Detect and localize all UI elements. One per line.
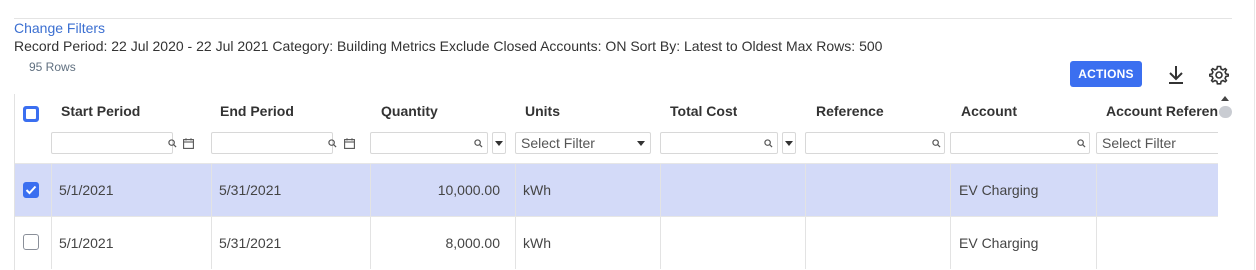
cell-account: EV Charging	[959, 235, 1039, 251]
top-divider	[14, 18, 1232, 19]
column-divider	[805, 217, 806, 269]
column-divider	[515, 217, 516, 269]
table-row[interactable]: 5/1/2021 5/31/2021 8,000.00 kWh EV Charg…	[15, 217, 1218, 269]
quantity-filter-input[interactable]	[370, 132, 488, 154]
search-icon	[932, 139, 941, 148]
select-all-checkbox[interactable]	[23, 106, 39, 122]
end-period-filter-input[interactable]	[211, 132, 337, 154]
change-filters-link[interactable]: Change Filters	[14, 20, 105, 36]
row-checkbox[interactable]	[23, 182, 39, 198]
column-divider	[51, 164, 52, 216]
calendar-icon[interactable]	[344, 138, 355, 149]
column-divider	[660, 217, 661, 269]
column-header-start-period[interactable]: Start Period	[61, 94, 140, 128]
cell-end-period: 5/31/2021	[219, 182, 282, 198]
column-divider	[1096, 164, 1097, 216]
cell-account: EV Charging	[959, 182, 1039, 198]
filter-summary: Record Period: 22 Jul 2020 - 22 Jul 2021…	[14, 38, 883, 54]
calendar-icon[interactable]	[183, 138, 194, 149]
download-button[interactable]	[1161, 60, 1191, 90]
cell-end-period: 5/31/2021	[219, 235, 282, 251]
units-filter-select[interactable]: Select Filter	[515, 132, 651, 154]
column-divider	[1096, 217, 1097, 269]
column-divider	[660, 164, 661, 216]
column-divider	[51, 217, 52, 269]
start-period-filter-input[interactable]	[51, 132, 177, 154]
scroll-up-arrow-icon[interactable]	[1221, 96, 1229, 101]
column-divider	[211, 164, 212, 216]
column-header-end-period[interactable]: End Period	[220, 94, 294, 128]
actions-button[interactable]: ACTIONS	[1070, 61, 1142, 87]
column-header-reference[interactable]: Reference	[816, 94, 884, 128]
grid-header: Start Period End Period Quantity Units T…	[15, 94, 1218, 128]
search-icon	[1077, 139, 1086, 148]
scrollbar-thumb[interactable]	[1219, 106, 1232, 118]
cell-start-period: 5/1/2021	[59, 235, 114, 251]
column-header-account[interactable]: Account	[961, 94, 1017, 128]
column-divider	[950, 217, 951, 269]
vertical-scrollbar[interactable]	[1218, 94, 1234, 270]
cell-start-period: 5/1/2021	[59, 182, 114, 198]
column-header-quantity[interactable]: Quantity	[381, 94, 438, 128]
settings-button[interactable]	[1204, 60, 1234, 90]
search-icon	[474, 139, 483, 148]
right-divider	[1254, 0, 1255, 270]
row-count: 95 Rows	[29, 60, 76, 74]
download-icon	[1169, 66, 1183, 84]
units-filter-value: Select Filter	[521, 135, 595, 151]
column-header-total-cost[interactable]: Total Cost	[670, 94, 737, 128]
account-filter-input[interactable]	[950, 132, 1090, 154]
reference-filter-input[interactable]	[805, 132, 945, 154]
column-header-units[interactable]: Units	[525, 94, 560, 128]
data-grid: Start Period End Period Quantity Units T…	[14, 94, 1218, 270]
column-divider	[211, 217, 212, 269]
caret-down-icon	[495, 140, 503, 146]
search-icon	[764, 139, 773, 148]
quantity-operator-dropdown[interactable]	[492, 132, 506, 154]
column-divider	[950, 164, 951, 216]
checkmark-icon	[25, 185, 37, 195]
account-reference-filter-value: Select Filter	[1102, 135, 1176, 151]
cell-units: kWh	[523, 182, 551, 198]
checkbox-indeterminate-mark	[26, 109, 36, 119]
search-icon	[328, 139, 337, 148]
column-header-account-reference[interactable]: Account Reference	[1106, 94, 1218, 128]
total-cost-operator-dropdown[interactable]	[782, 132, 796, 154]
cell-quantity: 10,000.00	[437, 182, 500, 198]
row-checkbox[interactable]	[23, 234, 39, 250]
gear-icon	[1209, 65, 1229, 85]
table-row[interactable]: 5/1/2021 5/31/2021 10,000.00 kWh EV Char…	[15, 164, 1218, 216]
account-reference-filter-select[interactable]: Select Filter	[1096, 132, 1218, 154]
cell-units: kWh	[523, 235, 551, 251]
caret-down-icon	[637, 141, 645, 146]
column-divider	[515, 164, 516, 216]
caret-down-icon	[785, 140, 793, 146]
total-cost-filter-input[interactable]	[660, 132, 778, 154]
cell-quantity: 8,000.00	[445, 235, 501, 251]
column-divider	[805, 164, 806, 216]
search-icon	[168, 139, 177, 148]
